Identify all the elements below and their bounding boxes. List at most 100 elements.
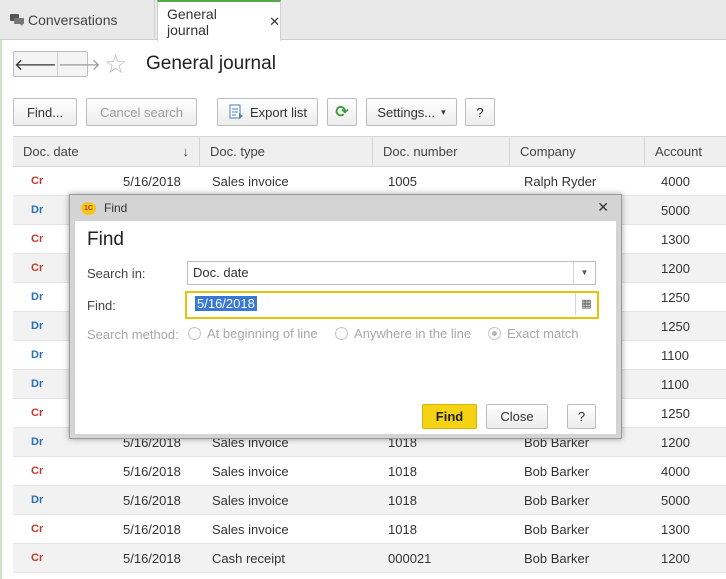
settings-label: Settings... [377, 104, 436, 120]
dc-indicator: Dr [31, 378, 44, 390]
search-in-label: Search in: [87, 266, 146, 281]
dialog-help-label: ? [577, 409, 586, 424]
radio-exact-label: Exact match [507, 326, 579, 341]
cell-date: 5/16/2018 [123, 174, 181, 189]
cell-date: 5/16/2018 [123, 464, 181, 479]
chevron-down-icon: ▾ [441, 106, 446, 117]
column-company[interactable]: Company [510, 137, 645, 167]
favorite-star-icon[interactable]: ☆ [104, 50, 127, 78]
help-button[interactable]: ? [465, 98, 495, 126]
cell-date: 5/16/2018 [123, 522, 181, 537]
cell-account: 1250 [661, 406, 690, 421]
dc-indicator: Dr [31, 494, 44, 506]
back-button[interactable]: 🡐 [14, 52, 57, 76]
history-navigation: 🡐 🡒 [13, 51, 101, 77]
column-doc-type[interactable]: Doc. type [200, 137, 373, 167]
dialog-close-icon[interactable]: ✕ [597, 199, 609, 216]
radio-anywhere-label: Anywhere in the line [354, 326, 472, 341]
cell-type: Sales invoice [212, 174, 289, 189]
dialog-help-button[interactable]: ? [567, 404, 596, 429]
column-doc-number[interactable]: Doc. number [373, 137, 510, 167]
tab-conversations-label: Conversations [28, 12, 118, 28]
find-button[interactable]: Find... [13, 98, 77, 126]
dc-indicator: Cr [31, 552, 44, 564]
column-doc-number-label: Doc. number [383, 144, 458, 159]
dc-indicator: Dr [31, 320, 44, 332]
cell-account: 5000 [661, 493, 690, 508]
page-title: General journal [146, 53, 276, 74]
calendar-icon[interactable]: ▦ [575, 293, 597, 315]
cell-number: 1018 [388, 522, 417, 537]
radio-beginning-label: At beginning of line [207, 326, 318, 341]
radio-indicator-selected [488, 327, 501, 340]
cancel-search-label: Cancel search [99, 104, 184, 120]
column-account-label: Account [655, 144, 702, 159]
export-icon [229, 104, 243, 119]
radio-indicator [335, 327, 348, 340]
close-icon[interactable]: ✕ [269, 14, 280, 30]
column-account[interactable]: Account [645, 137, 726, 167]
radio-beginning-of-line[interactable]: At beginning of line [188, 326, 318, 341]
cell-account: 1250 [661, 319, 690, 334]
cell-type: Sales invoice [212, 464, 289, 479]
cell-account: 1200 [661, 435, 690, 450]
settings-button[interactable]: Settings... ▾ [366, 98, 457, 126]
forward-button[interactable]: 🡒 [56, 52, 101, 76]
cell-account: 1100 [661, 377, 689, 392]
cancel-search-button[interactable]: Cancel search [86, 98, 197, 126]
cell-company: Bob Barker [524, 493, 590, 508]
find-input-value: 5/16/2018 [195, 296, 257, 311]
tab-conversations[interactable]: Conversations [0, 0, 155, 40]
cell-account: 4000 [661, 464, 690, 479]
dialog-window-title: Find [104, 201, 128, 215]
dialog-close-button[interactable]: Close [486, 404, 548, 429]
column-doc-date-label: Doc. date [23, 144, 79, 159]
cell-account: 1100 [661, 348, 689, 363]
dc-indicator: Cr [31, 233, 44, 245]
refresh-icon: ⟳ [335, 104, 349, 121]
cell-number: 1018 [388, 464, 417, 479]
dropdown-arrow-icon[interactable]: ▼ [573, 262, 595, 284]
cell-company: Bob Barker [524, 522, 590, 537]
cell-account: 1300 [661, 232, 690, 247]
find-input[interactable]: 5/16/2018 ▦ [185, 291, 599, 319]
column-company-label: Company [520, 144, 576, 159]
dialog-heading: Find [87, 229, 124, 250]
export-list-label: Export list [249, 104, 308, 120]
cell-number: 1018 [388, 493, 417, 508]
dialog-close-label: Close [500, 409, 534, 424]
dialog-find-button[interactable]: Find [422, 404, 477, 429]
table-row[interactable]: Cr 5/16/2018 Sales invoice 1018 Bob Barker 13… [13, 515, 726, 544]
search-in-select[interactable]: Doc. date ▼ [187, 261, 596, 285]
left-accent-bar [0, 40, 2, 579]
tab-bar: Conversations General journal ✕ [0, 0, 726, 41]
search-method-label: Search method: [87, 327, 179, 342]
dc-indicator: Dr [31, 204, 44, 216]
radio-exact-match[interactable]: Exact match [488, 326, 579, 341]
cell-type: Sales invoice [212, 522, 289, 537]
search-in-value: Doc. date [193, 265, 249, 280]
cell-company: Ralph Ryder [524, 174, 597, 189]
dialog-titlebar[interactable]: 1С Find ✕ [70, 195, 621, 221]
refresh-button[interactable]: ⟳ [327, 98, 357, 126]
table-row[interactable]: Cr 5/16/2018 Cash receipt 000021 Bob Barker 1… [13, 544, 726, 573]
cell-account: 1200 [661, 551, 690, 566]
table-row[interactable]: Cr 5/16/2018 Sales invoice 1018 Bob Barker 40… [13, 457, 726, 486]
dc-indicator: Cr [31, 262, 44, 274]
radio-anywhere-in-line[interactable]: Anywhere in the line [335, 326, 471, 341]
find-button-label: Find... [26, 104, 64, 120]
dialog-find-label: Find [435, 409, 464, 424]
table-row[interactable]: Cr 5/16/2018 Sales invoice 1005 Ralph Ryder 4… [13, 167, 726, 196]
dc-indicator: Dr [31, 291, 44, 303]
table-header: Doc. date ↓ Doc. type Doc. number Compan… [13, 136, 726, 167]
find-dialog: 1С Find ✕ Find Search in: Doc. date ▼ Fi… [69, 194, 622, 439]
app-logo-icon: 1С [81, 202, 96, 215]
cell-date: 5/16/2018 [123, 493, 181, 508]
tab-general-journal[interactable]: General journal ✕ [157, 0, 281, 41]
column-doc-type-label: Doc. type [210, 144, 265, 159]
table-row[interactable]: Dr 5/16/2018 Sales invoice 1018 Bob Barker 50… [13, 486, 726, 515]
cell-account: 1200 [661, 261, 690, 276]
export-list-button[interactable]: Export list [217, 98, 318, 126]
chat-bubbles-icon [10, 14, 24, 26]
column-doc-date[interactable]: Doc. date ↓ [13, 137, 200, 167]
